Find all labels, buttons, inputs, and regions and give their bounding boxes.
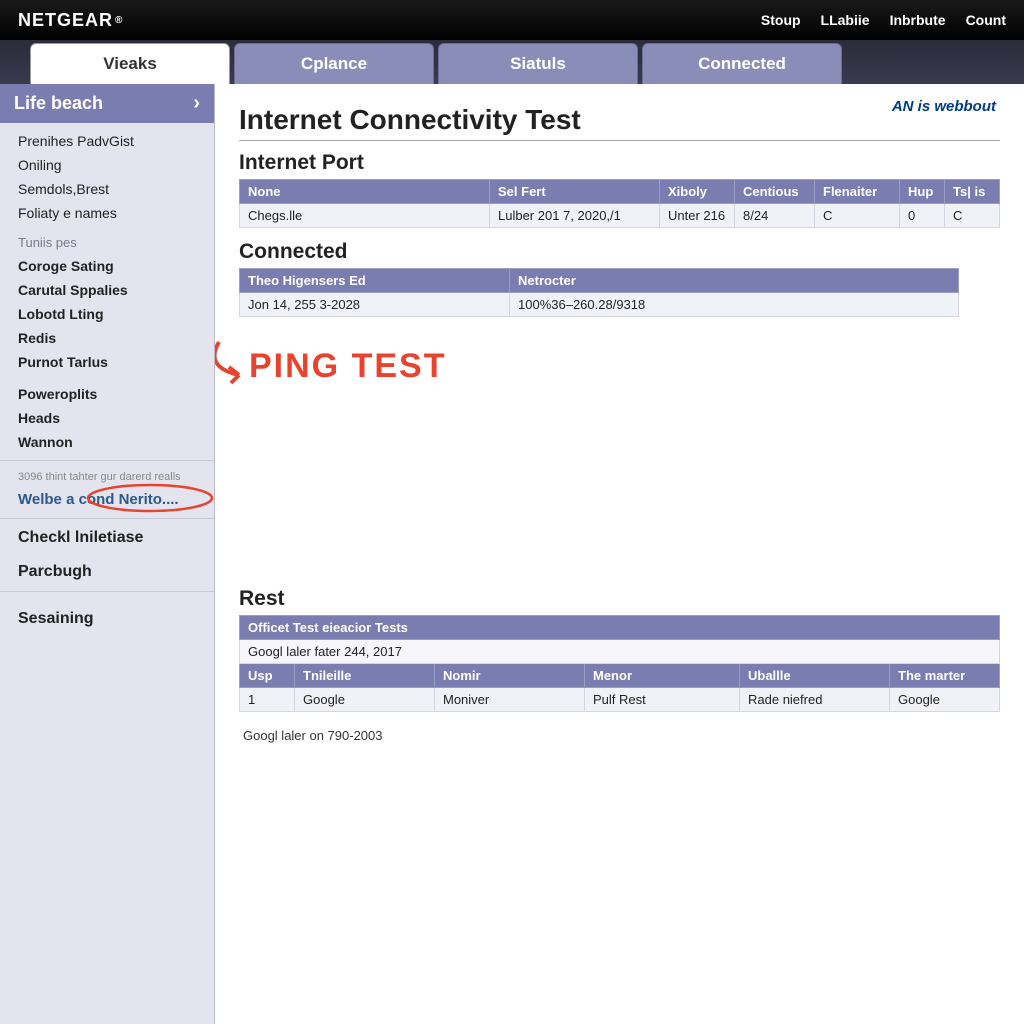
logo-reg: ® [115, 15, 123, 26]
nav-link-2[interactable]: Inbrbute [890, 12, 946, 28]
table-header-row: Usp Tnileille Nomir Menor Uballle The ma… [240, 664, 1000, 688]
td: Unter 216 [660, 204, 735, 228]
section-title-port: Internet Port [239, 151, 1000, 175]
td: Chegs.lle [240, 204, 490, 228]
nav-link-1[interactable]: LLabiie [821, 12, 870, 28]
sidebar-item[interactable]: Lobotd Lting [0, 302, 214, 326]
table-row: Chegs.lle Lulber 201 7, 2020,/1 Unter 21… [240, 204, 1000, 228]
th: The marter [890, 664, 1000, 688]
th: Sel Fert [490, 180, 660, 204]
th: Ts| is [945, 180, 1000, 204]
sidebar-header[interactable]: Life beach › [0, 84, 214, 123]
tab-1[interactable]: Cplance [234, 43, 434, 84]
sidebar-item[interactable]: Semdols,Brest [0, 177, 214, 201]
td: 0 [900, 204, 945, 228]
tabs-row: Vieaks Cplance Siatuls Connected [0, 40, 1024, 84]
sidebar-item[interactable]: Foliaty e names [0, 201, 214, 225]
table-row: 1 Google Moniver Pulf Rest Rade niefred … [240, 688, 1000, 712]
help-link[interactable]: AN is webbout [892, 98, 996, 115]
sidebar-item[interactable]: Checkl lniletiase [0, 525, 214, 551]
th: Menor [585, 664, 740, 688]
td: 8/24 [735, 204, 815, 228]
td: Jon 14, 255 3-2028 [240, 293, 510, 317]
sidebar-header-label: Life beach [14, 93, 103, 114]
ping-test-annotation: PING TEST [249, 347, 446, 386]
section-title-connected: Connected [239, 240, 1000, 264]
td: C [945, 204, 1000, 228]
logo-text: NETGEAR [18, 10, 113, 31]
sidebar-item[interactable]: Coroge Sating [0, 254, 214, 278]
tab-2[interactable]: Siatuls [438, 43, 638, 84]
sidebar-group-1: Prenihes PadvGist Oniling Semdols,Brest … [0, 123, 214, 461]
td: Google [890, 688, 1000, 712]
sidebar-item[interactable]: Poweroplits [0, 382, 214, 406]
sidebar-item[interactable]: Redis [0, 326, 214, 350]
th: Xiboly [660, 180, 735, 204]
th: Usp [240, 664, 295, 688]
sidebar-group-4: Sesaining [0, 592, 214, 638]
connected-table: Theo Higensers Ed Netrocter Jon 14, 255 … [239, 268, 959, 317]
sidebar-item[interactable]: Sesaining [0, 606, 214, 632]
sidebar-group-2: 3096 thint tahter gur darerd realls Welb… [0, 461, 214, 519]
th: Flenaiter [815, 180, 900, 204]
th: Centious [735, 180, 815, 204]
th: Nomir [435, 664, 585, 688]
internet-port-table: None Sel Fert Xiboly Centious Flenaiter … [239, 179, 1000, 228]
sidebar-item[interactable]: Heads [0, 406, 214, 430]
sidebar-item[interactable]: Carutal Sppalies [0, 278, 214, 302]
th-banner: Officet Test eieacior Tests [240, 616, 1000, 640]
table-banner-row: Officet Test eieacior Tests [240, 616, 1000, 640]
sidebar-item[interactable]: Parcbugh [0, 559, 214, 585]
sidebar-item[interactable]: Purnot Tarlus [0, 350, 214, 374]
rest-table: Officet Test eieacior Tests Googl laler … [239, 615, 1000, 712]
main-content: AN is webbout Internet Connectivity Test… [215, 84, 1024, 1024]
td-caption: Googl laler fater 244, 2017 [240, 640, 1000, 664]
sidebar-subhead: Tuniis pes [0, 225, 214, 254]
sidebar-item[interactable]: Prenihes PadvGist [0, 129, 214, 153]
td: Google [295, 688, 435, 712]
sidebar-item-faded: 3096 thint tahter gur darerd realls [0, 467, 214, 487]
th: Netrocter [510, 269, 959, 293]
header-bar: NETGEAR® Stoup LLabiie Inbrbute Count [0, 0, 1024, 40]
section-title-rest: Rest [239, 587, 1000, 611]
layout: Life beach › Prenihes PadvGist Oniling S… [0, 84, 1024, 1024]
table-row: Jon 14, 255 3-2028 100%36–260.28/9318 [240, 293, 959, 317]
sidebar-item[interactable]: Wannon [0, 430, 214, 454]
sidebar-item-ping-test[interactable]: Welbe a cond Nerito.... [0, 487, 214, 512]
sidebar-group-3: Checkl lniletiase Parcbugh [0, 519, 214, 592]
td: Pulf Rest [585, 688, 740, 712]
td: C [815, 204, 900, 228]
annotation: PING TEST [239, 337, 1000, 437]
th: Hup [900, 180, 945, 204]
td: Moniver [435, 688, 585, 712]
page-title: Internet Connectivity Test [239, 104, 1000, 141]
sidebar: Life beach › Prenihes PadvGist Oniling S… [0, 84, 215, 1024]
nav-link-0[interactable]: Stoup [761, 12, 801, 28]
sidebar-item-label: Welbe a cond Nerito.... [18, 491, 179, 508]
tab-3[interactable]: Connected [642, 43, 842, 84]
nav-link-3[interactable]: Count [966, 12, 1006, 28]
tab-0[interactable]: Vieaks [30, 43, 230, 84]
sidebar-item[interactable]: Oniling [0, 153, 214, 177]
top-nav: Stoup LLabiie Inbrbute Count [761, 12, 1006, 28]
table-caption-row: Googl laler fater 244, 2017 [240, 640, 1000, 664]
td: 100%36–260.28/9318 [510, 293, 959, 317]
table-header-row: None Sel Fert Xiboly Centious Flenaiter … [240, 180, 1000, 204]
th: None [240, 180, 490, 204]
td: Lulber 201 7, 2020,/1 [490, 204, 660, 228]
rest-footer: Googl laler on 790-2003 [239, 724, 1000, 743]
td: Rade niefred [740, 688, 890, 712]
th: Uballle [740, 664, 890, 688]
logo: NETGEAR® [18, 10, 123, 31]
td: 1 [240, 688, 295, 712]
th: Tnileille [295, 664, 435, 688]
th: Theo Higensers Ed [240, 269, 510, 293]
chevron-right-icon: › [193, 92, 200, 115]
table-header-row: Theo Higensers Ed Netrocter [240, 269, 959, 293]
